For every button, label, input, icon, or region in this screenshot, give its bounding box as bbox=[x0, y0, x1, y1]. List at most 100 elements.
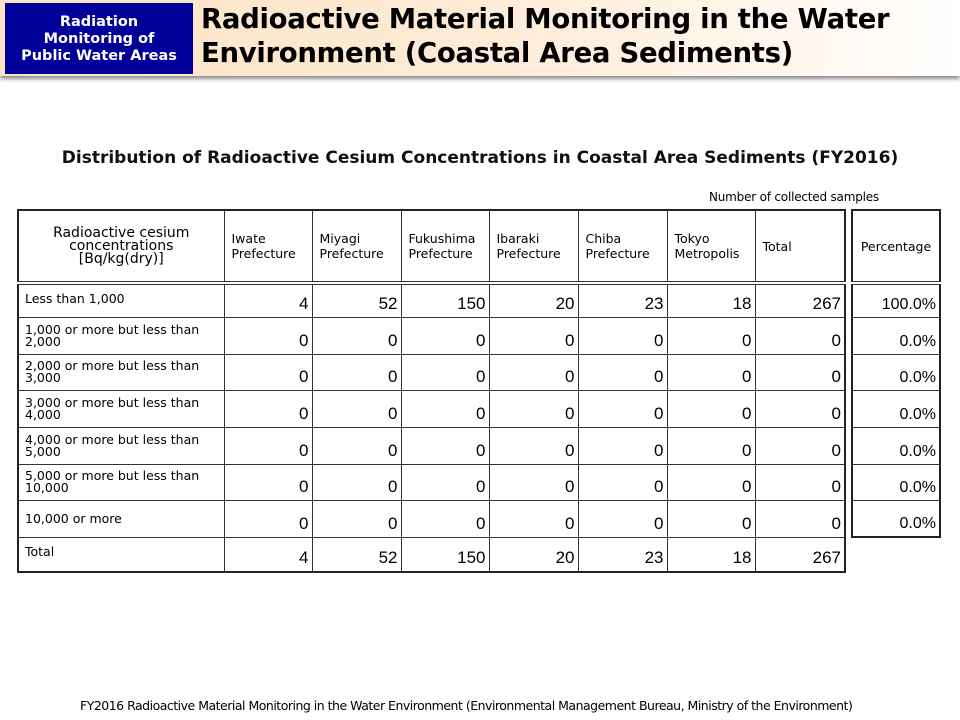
row-label: 5,000 or more but less than 10,000 bbox=[17, 463, 225, 501]
cell-ibaraki: 0 bbox=[488, 316, 579, 355]
cell-ibaraki: 20 bbox=[488, 282, 579, 318]
percentage-row: 0.0% bbox=[851, 426, 941, 465]
cell-percentage: 0.0% bbox=[851, 316, 941, 355]
cell-tokyo: 0 bbox=[666, 499, 756, 538]
cell-miyagi: 0 bbox=[311, 353, 402, 391]
col-header-chiba: Chiba Prefecture bbox=[577, 209, 668, 285]
cell-tokyo: 0 bbox=[666, 389, 756, 428]
col-header-iwate: Iwate Prefecture bbox=[223, 209, 313, 285]
cell-total: 0 bbox=[754, 426, 846, 465]
table-title: Distribution of Radioactive Cesium Conce… bbox=[61, 148, 899, 168]
row-label: Less than 1,000 bbox=[17, 282, 225, 318]
title-line: Radioactive Material Monitoring in the W… bbox=[201, 3, 890, 35]
col-header-fukushima: Fukushima Prefecture bbox=[400, 209, 490, 285]
cell-percentage: 0.0% bbox=[851, 499, 941, 538]
percentage-row: 0.0% bbox=[851, 316, 941, 355]
row-label-line: Less than 1,000 bbox=[25, 291, 125, 306]
cell-miyagi: 0 bbox=[311, 389, 402, 428]
cell-fukushima: 0 bbox=[400, 316, 490, 355]
cell-chiba: 0 bbox=[577, 426, 668, 465]
table-row: Less than 1,000 4 52 150 20 23 18 267 bbox=[17, 282, 846, 318]
cell-chiba: 0 bbox=[577, 463, 668, 501]
source-footnote: FY2016 Radioactive Material Monitoring i… bbox=[80, 698, 853, 713]
badge-line: Public Water Areas bbox=[21, 47, 177, 64]
row-label-line: 10,000 bbox=[25, 480, 69, 495]
cell-iwate: 0 bbox=[223, 426, 313, 465]
col-header-miyagi: Miyagi Prefecture bbox=[311, 209, 402, 285]
row-label-line: 2,000 bbox=[25, 333, 61, 349]
cell-total: 0 bbox=[754, 316, 846, 355]
cell-percentage: 0.0% bbox=[851, 353, 941, 391]
cell-percentage: 0.0% bbox=[851, 426, 941, 465]
unit-note: Number of collected samples bbox=[709, 190, 879, 204]
cell-total: 0 bbox=[754, 389, 846, 428]
page-title: Radioactive Material Monitoring in the W… bbox=[201, 2, 890, 70]
row-label-line: 4,000 bbox=[25, 406, 61, 422]
cell-tokyo: 18 bbox=[666, 282, 756, 318]
section-badge: Radiation Monitoring of Public Water Are… bbox=[5, 3, 193, 74]
header-row: Radioactive cesium concentrations [Bq/kg… bbox=[17, 209, 846, 285]
cell-iwate: 4 bbox=[223, 282, 313, 318]
cell-miyagi: 0 bbox=[311, 316, 402, 355]
percentage-row: 100.0% bbox=[851, 282, 941, 318]
table-row: 10,000 or more 0 0 0 0 0 0 0 bbox=[17, 499, 846, 538]
cell-chiba: 0 bbox=[577, 499, 668, 538]
cell-fukushima: 0 bbox=[400, 463, 490, 501]
cell-total: 0 bbox=[754, 463, 846, 501]
cell-ibaraki: 0 bbox=[488, 353, 579, 391]
cell-percentage: 0.0% bbox=[851, 389, 941, 428]
table-row: 5,000 or more but less than 10,000 0 0 0 0 0 0 0 bbox=[17, 463, 846, 501]
table-row: 3,000 or more but less than 4,000 0 0 0 0 0 0 0 bbox=[17, 389, 846, 428]
row-label: 2,000 or more but less than 3,000 bbox=[17, 353, 225, 391]
cell-percentage: 0.0% bbox=[851, 463, 941, 501]
cell-iwate: 0 bbox=[223, 499, 313, 538]
header-line: [Bq/kg(dry)] bbox=[78, 250, 164, 267]
table-row: 1,000 or more but less than 2,000 0 0 0 0 0 0 0 bbox=[17, 316, 846, 355]
total-total: 267 bbox=[754, 536, 846, 573]
cell-ibaraki: 0 bbox=[488, 389, 579, 428]
row-label: 4,000 or more but less than 5,000 bbox=[17, 426, 225, 465]
percentage-row: 0.0% bbox=[851, 389, 941, 428]
row-label: 3,000 or more but less than 4,000 bbox=[17, 389, 225, 428]
total-tokyo: 18 bbox=[666, 536, 756, 573]
percentage-row: 0.0% bbox=[851, 463, 941, 501]
row-label-line: 5,000 bbox=[25, 443, 61, 459]
col-header-total: Total bbox=[754, 209, 846, 285]
cell-tokyo: 0 bbox=[666, 463, 756, 501]
cell-chiba: 23 bbox=[577, 282, 668, 318]
percentage-row: 0.0% bbox=[851, 353, 941, 391]
title-line: Environment (Coastal Area Sediments) bbox=[201, 37, 793, 69]
percentage-header: Percentage bbox=[851, 209, 941, 285]
concentration-header: Radioactive cesium concentrations [Bq/kg… bbox=[17, 209, 225, 285]
percentage-table: Percentage 100.0% 0.0% 0.0% 0.0% 0.0% 0.0% 0.0… bbox=[851, 209, 941, 538]
cell-fukushima: 0 bbox=[400, 353, 490, 391]
cell-miyagi: 0 bbox=[311, 499, 402, 538]
cell-chiba: 0 bbox=[577, 389, 668, 428]
col-header-ibaraki: Ibaraki Prefecture bbox=[488, 209, 579, 285]
total-row: Total 4 52 150 20 23 18 267 bbox=[17, 536, 846, 573]
cell-fukushima: 0 bbox=[400, 426, 490, 465]
cell-iwate: 0 bbox=[223, 463, 313, 501]
row-label: 1,000 or more but less than 2,000 bbox=[17, 316, 225, 355]
col-header-tokyo: Tokyo Metropolis bbox=[666, 209, 756, 285]
percentage-header-row: Percentage bbox=[851, 209, 941, 285]
badge-line: Radiation bbox=[59, 13, 139, 30]
table-row: 2,000 or more but less than 3,000 0 0 0 0 0 0 0 bbox=[17, 353, 846, 391]
percentage-row: 0.0% bbox=[851, 499, 941, 538]
cell-chiba: 0 bbox=[577, 316, 668, 355]
total-ibaraki: 20 bbox=[488, 536, 579, 573]
cell-fukushima: 0 bbox=[400, 499, 490, 538]
total-fukushima: 150 bbox=[400, 536, 490, 573]
cell-total: 0 bbox=[754, 499, 846, 538]
cell-ibaraki: 0 bbox=[488, 463, 579, 501]
cell-iwate: 0 bbox=[223, 353, 313, 391]
total-iwate: 4 bbox=[223, 536, 313, 573]
distribution-table: Radioactive cesium concentrations [Bq/kg… bbox=[17, 209, 846, 573]
cell-miyagi: 0 bbox=[311, 463, 402, 501]
cell-iwate: 0 bbox=[223, 389, 313, 428]
cell-tokyo: 0 bbox=[666, 426, 756, 465]
cell-ibaraki: 0 bbox=[488, 426, 579, 465]
cell-total: 0 bbox=[754, 353, 846, 391]
cell-percentage: 100.0% bbox=[851, 282, 941, 318]
row-label: 10,000 or more bbox=[17, 499, 225, 538]
